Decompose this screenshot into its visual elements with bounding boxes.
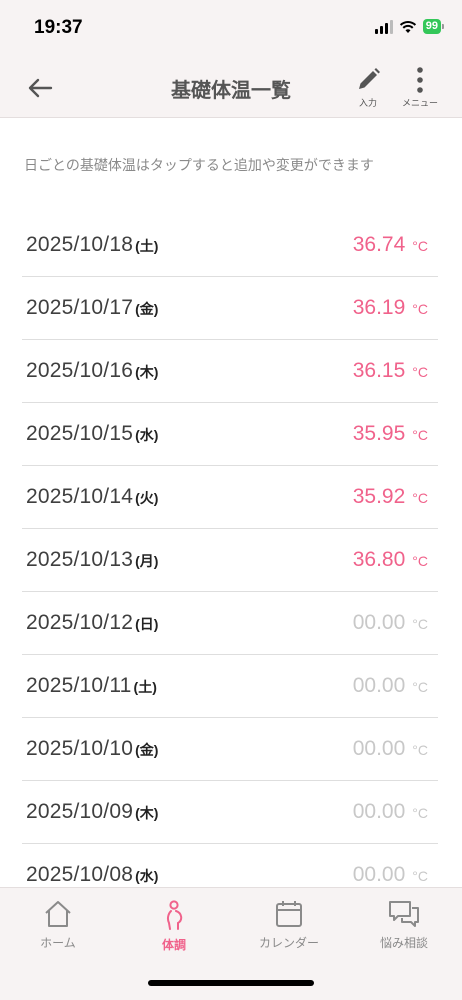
info-text: 日ごとの基礎体温はタップすると追加や変更ができます — [24, 157, 374, 173]
row-date: 2025/10/15 — [26, 422, 134, 445]
calendar-icon — [276, 901, 302, 927]
pencil-icon — [359, 68, 380, 89]
row-date: 2025/10/11 — [26, 674, 132, 697]
row-unit: °C — [412, 301, 428, 317]
temperature-row[interactable]: 2025/10/13 (月) 36.80 °C — [22, 529, 438, 592]
row-unit: °C — [412, 616, 428, 632]
row-weekday: (水) — [135, 868, 159, 884]
tab-label: カレンダー — [258, 936, 319, 950]
home-indicator — [148, 980, 314, 986]
status-bar: 19:37 99 — [0, 0, 462, 58]
row-date: 2025/10/09 — [26, 800, 134, 823]
row-weekday: (金) — [135, 742, 159, 758]
row-unit: °C — [412, 868, 428, 884]
row-weekday: (木) — [135, 805, 159, 821]
row-weekday: (土) — [135, 238, 159, 254]
row-date: 2025/10/16 — [26, 359, 134, 382]
battery-level: 99 — [422, 19, 441, 34]
row-date: 2025/10/10 — [26, 737, 134, 760]
row-weekday: (火) — [135, 490, 159, 506]
row-weekday: (月) — [135, 553, 159, 569]
temperature-row[interactable]: 2025/10/15 (水) 35.95 °C — [22, 403, 438, 466]
input-button[interactable]: 入力 — [350, 66, 386, 114]
temperature-row[interactable]: 2025/10/10 (金) 00.00 °C — [22, 718, 438, 781]
row-unit: °C — [412, 238, 428, 254]
row-temperature: 00.00 — [352, 737, 406, 760]
tab-condition[interactable]: 体調 — [116, 900, 232, 953]
more-vertical-icon — [417, 67, 423, 93]
row-unit: °C — [412, 742, 428, 758]
row-unit: °C — [412, 427, 428, 443]
row-temperature: 00.00 — [352, 611, 406, 634]
chat-bubbles-icon — [389, 901, 419, 927]
temperature-row[interactable]: 2025/10/11 (土) 00.00 °C — [22, 655, 438, 718]
status-time: 19:37 — [34, 17, 83, 38]
row-unit: °C — [412, 364, 428, 380]
row-temperature: 00.00 — [352, 800, 406, 823]
row-unit: °C — [412, 553, 428, 569]
tab-consultation[interactable]: 悩み相談 — [346, 900, 462, 951]
row-temperature: 36.19 — [352, 296, 406, 319]
temperature-row[interactable]: 2025/10/18 (土) 36.74 °C — [22, 214, 438, 277]
battery-icon: 99 — [422, 19, 444, 34]
menu-button[interactable]: メニュー — [398, 66, 442, 114]
tab-label: 悩み相談 — [379, 936, 428, 950]
row-date: 2025/10/17 — [26, 296, 134, 319]
row-temperature: 36.74 — [352, 233, 406, 256]
temperature-row[interactable]: 2025/10/17 (金) 36.19 °C — [22, 277, 438, 340]
temperature-row[interactable]: 2025/10/09 (木) 00.00 °C — [22, 781, 438, 844]
row-temperature: 35.95 — [352, 422, 406, 445]
cellular-signal-icon — [374, 19, 393, 34]
row-weekday: (土) — [133, 679, 157, 695]
status-icons: 99 — [374, 19, 444, 34]
row-date: 2025/10/12 — [26, 611, 134, 634]
row-date: 2025/10/08 — [26, 863, 134, 886]
row-temperature: 36.15 — [352, 359, 406, 382]
row-date: 2025/10/13 — [26, 548, 134, 571]
tab-home[interactable]: ホーム — [0, 900, 116, 951]
page-title: 基礎体温一覧 — [171, 80, 291, 102]
navigation-bar: 基礎体温一覧 入力 メニュー — [0, 58, 462, 118]
tab-label: ホーム — [40, 936, 76, 950]
row-weekday: (木) — [135, 364, 159, 380]
row-unit: °C — [412, 805, 428, 821]
row-unit: °C — [412, 490, 428, 506]
menu-label: メニュー — [401, 98, 438, 108]
row-temperature: 00.00 — [352, 863, 406, 886]
row-weekday: (水) — [135, 427, 159, 443]
home-icon — [45, 901, 71, 927]
row-temperature: 35.92 — [352, 485, 406, 508]
temperature-row[interactable]: 2025/10/14 (火) 35.92 °C — [22, 466, 438, 529]
temperature-list: 2025/10/18 (土) 36.74 °C 2025/10/17 (金) 36.1… — [22, 214, 438, 907]
row-date: 2025/10/18 — [26, 233, 134, 256]
row-weekday: (金) — [135, 301, 159, 317]
row-temperature: 36.80 — [352, 548, 406, 571]
row-date: 2025/10/14 — [26, 485, 134, 508]
tab-calendar[interactable]: カレンダー — [231, 900, 347, 951]
row-unit: °C — [412, 679, 428, 695]
row-weekday: (日) — [135, 616, 159, 632]
temperature-row[interactable]: 2025/10/16 (木) 36.15 °C — [22, 340, 438, 403]
wifi-icon — [399, 20, 416, 33]
temperature-row[interactable]: 2025/10/12 (日) 00.00 °C — [22, 592, 438, 655]
input-label: 入力 — [358, 98, 377, 108]
tab-label: 体調 — [161, 938, 186, 952]
row-temperature: 00.00 — [352, 674, 406, 697]
pregnant-person-icon — [166, 900, 183, 930]
